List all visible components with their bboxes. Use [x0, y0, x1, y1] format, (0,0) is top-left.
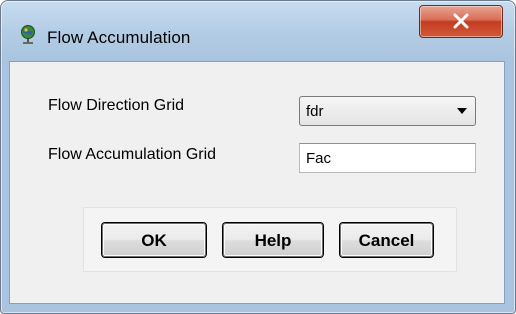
- title-bar[interactable]: Flow Accumulation: [1, 1, 515, 61]
- button-panel: OK Help Cancel: [83, 207, 457, 272]
- ok-button[interactable]: OK: [102, 223, 206, 257]
- dialog-body: Flow Direction Grid fdr Flow Accumulatio…: [9, 61, 505, 304]
- cancel-button[interactable]: Cancel: [340, 223, 433, 257]
- globe-pin-icon: [19, 25, 37, 45]
- chevron-down-icon[interactable]: [457, 108, 467, 114]
- window-title: Flow Accumulation: [47, 28, 191, 47]
- flow-direction-value: fdr: [306, 103, 324, 120]
- flow-accumulation-label: Flow Accumulation Grid: [48, 146, 217, 163]
- flow-direction-label: Flow Direction Grid: [48, 97, 185, 114]
- dialog-window: Flow Accumulation Flow Direction Grid fd…: [0, 0, 516, 314]
- flow-accumulation-input[interactable]: [299, 143, 476, 173]
- flow-direction-select[interactable]: fdr: [299, 96, 476, 126]
- close-icon: [453, 13, 469, 29]
- help-button[interactable]: Help: [223, 223, 323, 257]
- close-button[interactable]: [419, 5, 503, 38]
